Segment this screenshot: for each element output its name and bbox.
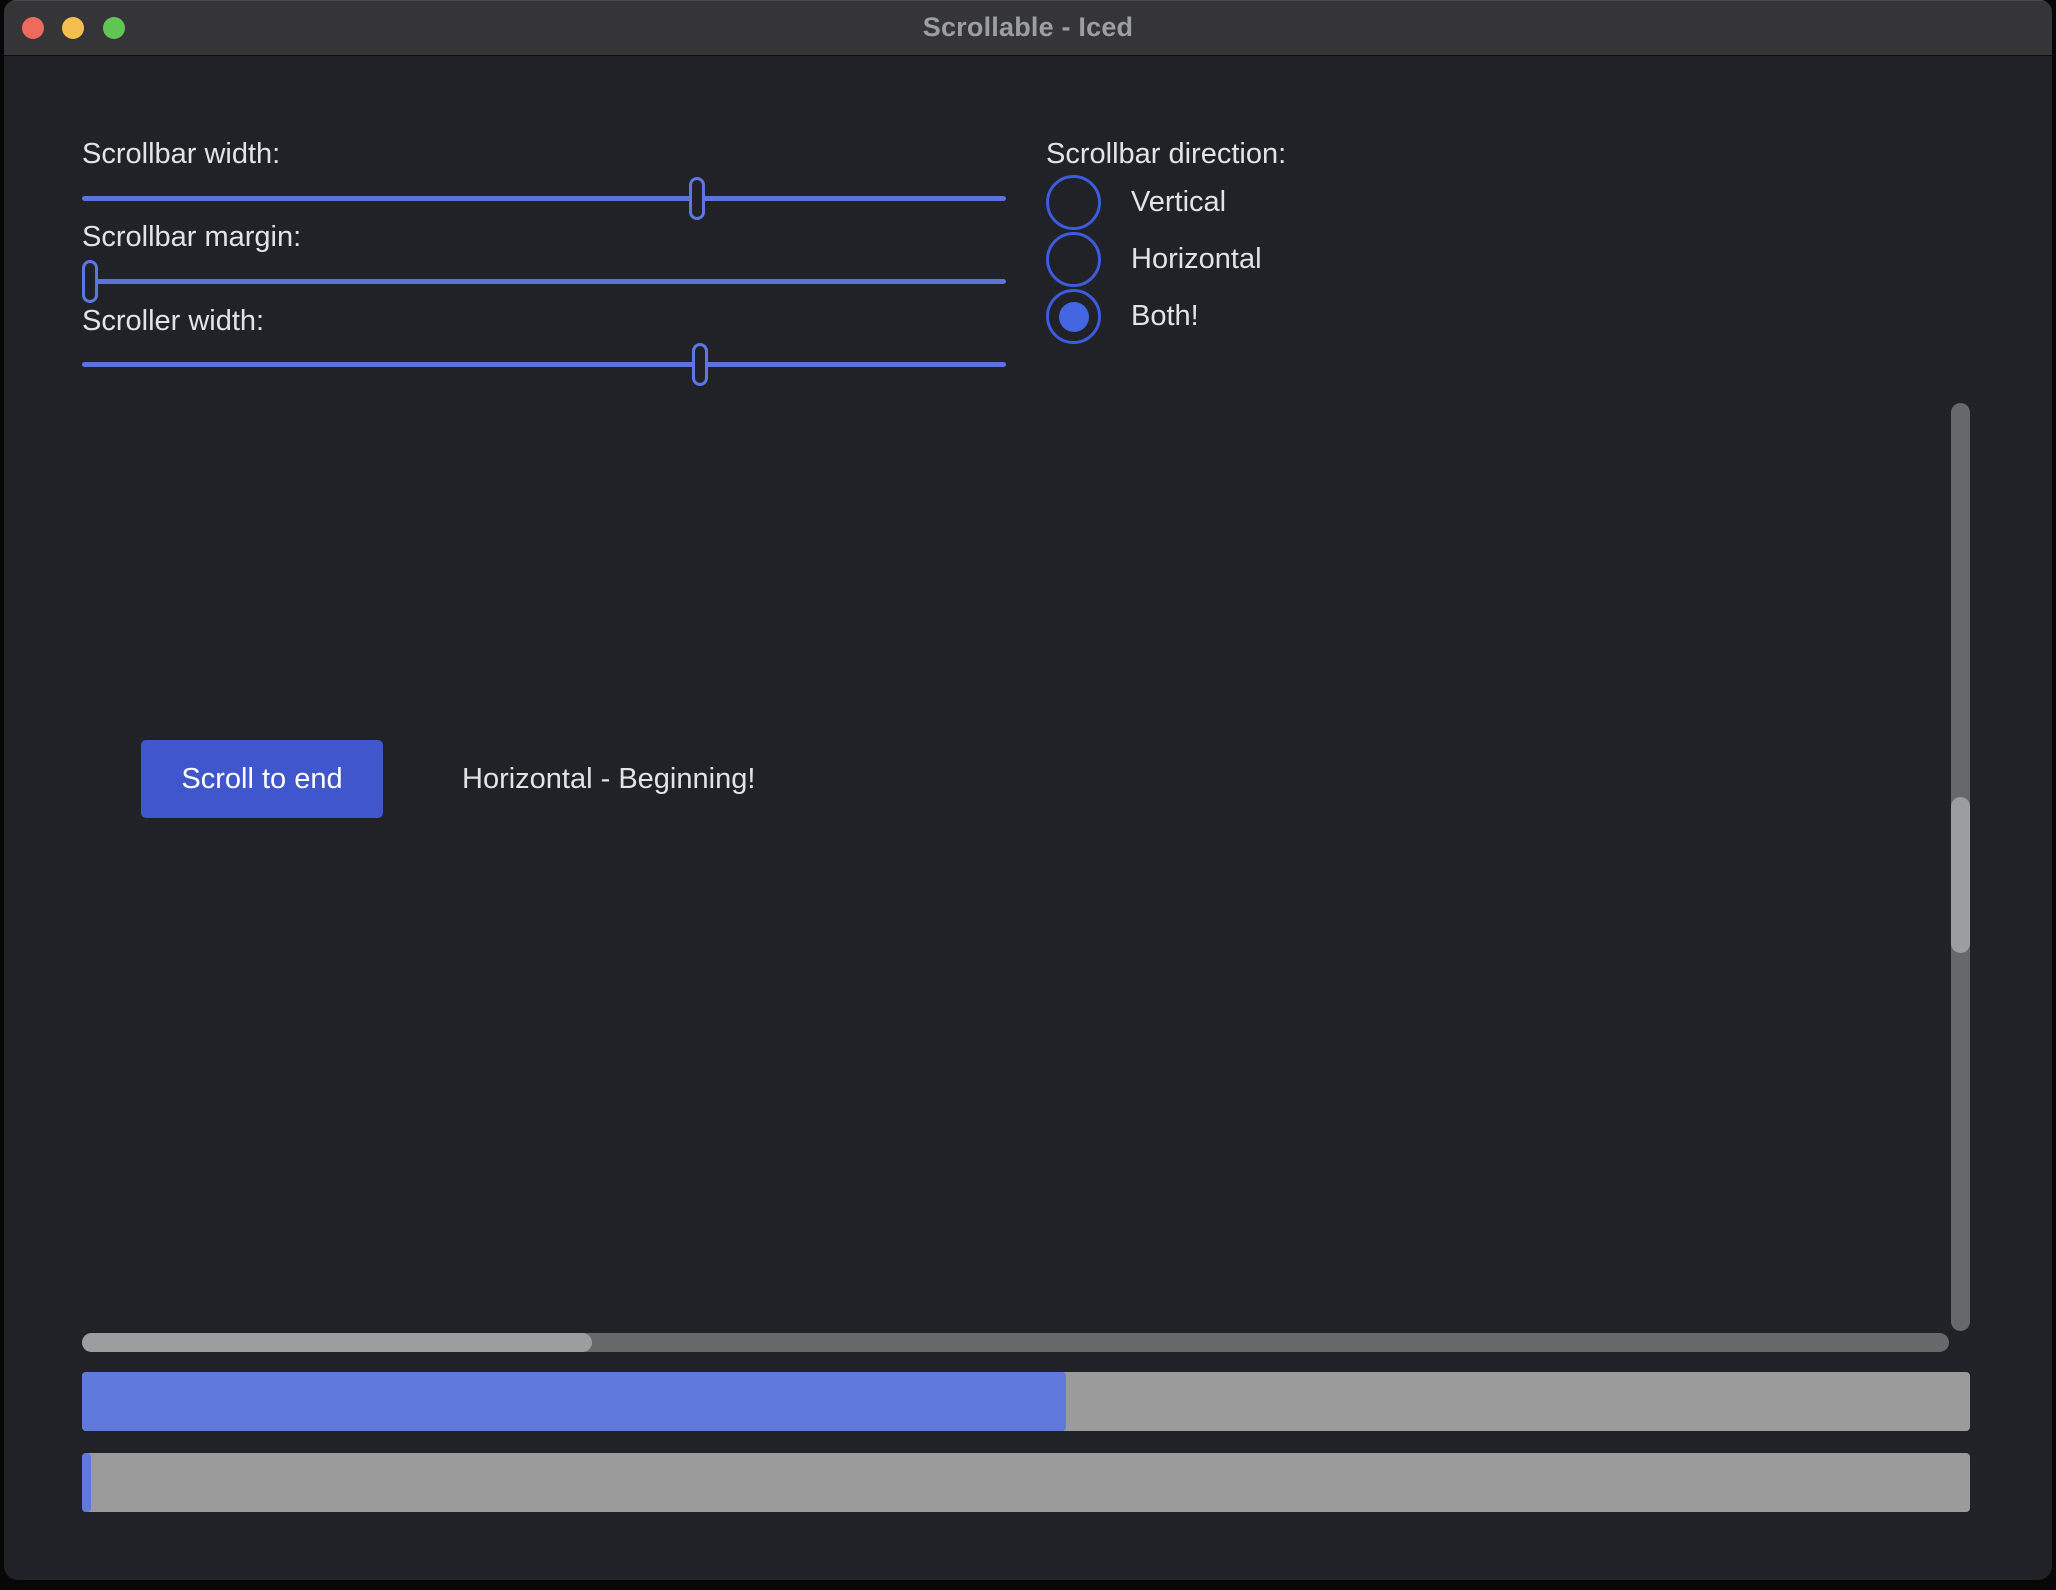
- horizontal-scrollbar-track[interactable]: [82, 1333, 1949, 1352]
- radio-option-label: Vertical: [1131, 186, 1226, 219]
- scroll-status-text: Horizontal - Beginning!: [462, 740, 755, 818]
- minimize-button[interactable]: [62, 17, 84, 39]
- scrollbar-width-slider[interactable]: [82, 177, 1006, 221]
- slider-handle[interactable]: [692, 343, 708, 386]
- window-title: Scrollable - Iced: [923, 12, 1133, 43]
- app-window: Scrollable - Iced Scrollbar width: Scrol…: [4, 0, 2052, 1580]
- radio-circle-icon[interactable]: [1046, 232, 1101, 287]
- radio-option-horizontal[interactable]: Horizontal: [1046, 232, 1262, 287]
- radio-option-vertical[interactable]: Vertical: [1046, 175, 1226, 230]
- slider-handle[interactable]: [689, 177, 705, 220]
- titlebar: Scrollable - Iced: [4, 0, 2052, 56]
- scrollbar-direction-label: Scrollbar direction:: [1046, 138, 1286, 171]
- vertical-scroll-progressbar: [82, 1372, 1970, 1431]
- zoom-button[interactable]: [103, 17, 125, 39]
- radio-circle-icon[interactable]: [1046, 289, 1101, 344]
- vertical-scrollbar-track[interactable]: [1951, 403, 1970, 1331]
- radio-option-both[interactable]: Both!: [1046, 289, 1199, 344]
- horizontal-scrollbar-thumb[interactable]: [82, 1333, 592, 1352]
- horizontal-scroll-progressbar: [82, 1453, 1970, 1512]
- radio-option-label: Horizontal: [1131, 243, 1262, 276]
- close-button[interactable]: [22, 17, 44, 39]
- slider-rail[interactable]: [82, 196, 1006, 201]
- radio-circle-icon[interactable]: [1046, 175, 1101, 230]
- scroll-to-end-button[interactable]: Scroll to end: [141, 740, 383, 818]
- scroller-width-label: Scroller width:: [82, 305, 264, 338]
- slider-rail[interactable]: [82, 279, 1006, 284]
- radio-option-label: Both!: [1131, 300, 1199, 333]
- slider-rail[interactable]: [82, 362, 1006, 367]
- progressbar-fill: [82, 1453, 91, 1512]
- scrollbar-width-label: Scrollbar width:: [82, 138, 280, 171]
- progressbar-fill: [82, 1372, 1066, 1431]
- scrollbar-margin-label: Scrollbar margin:: [82, 221, 301, 254]
- slider-handle[interactable]: [82, 260, 98, 303]
- scrollbar-margin-slider[interactable]: [82, 260, 1006, 304]
- radio-selected-dot: [1059, 302, 1089, 332]
- vertical-scrollbar-thumb[interactable]: [1951, 797, 1970, 953]
- scroller-width-slider[interactable]: [82, 343, 1006, 387]
